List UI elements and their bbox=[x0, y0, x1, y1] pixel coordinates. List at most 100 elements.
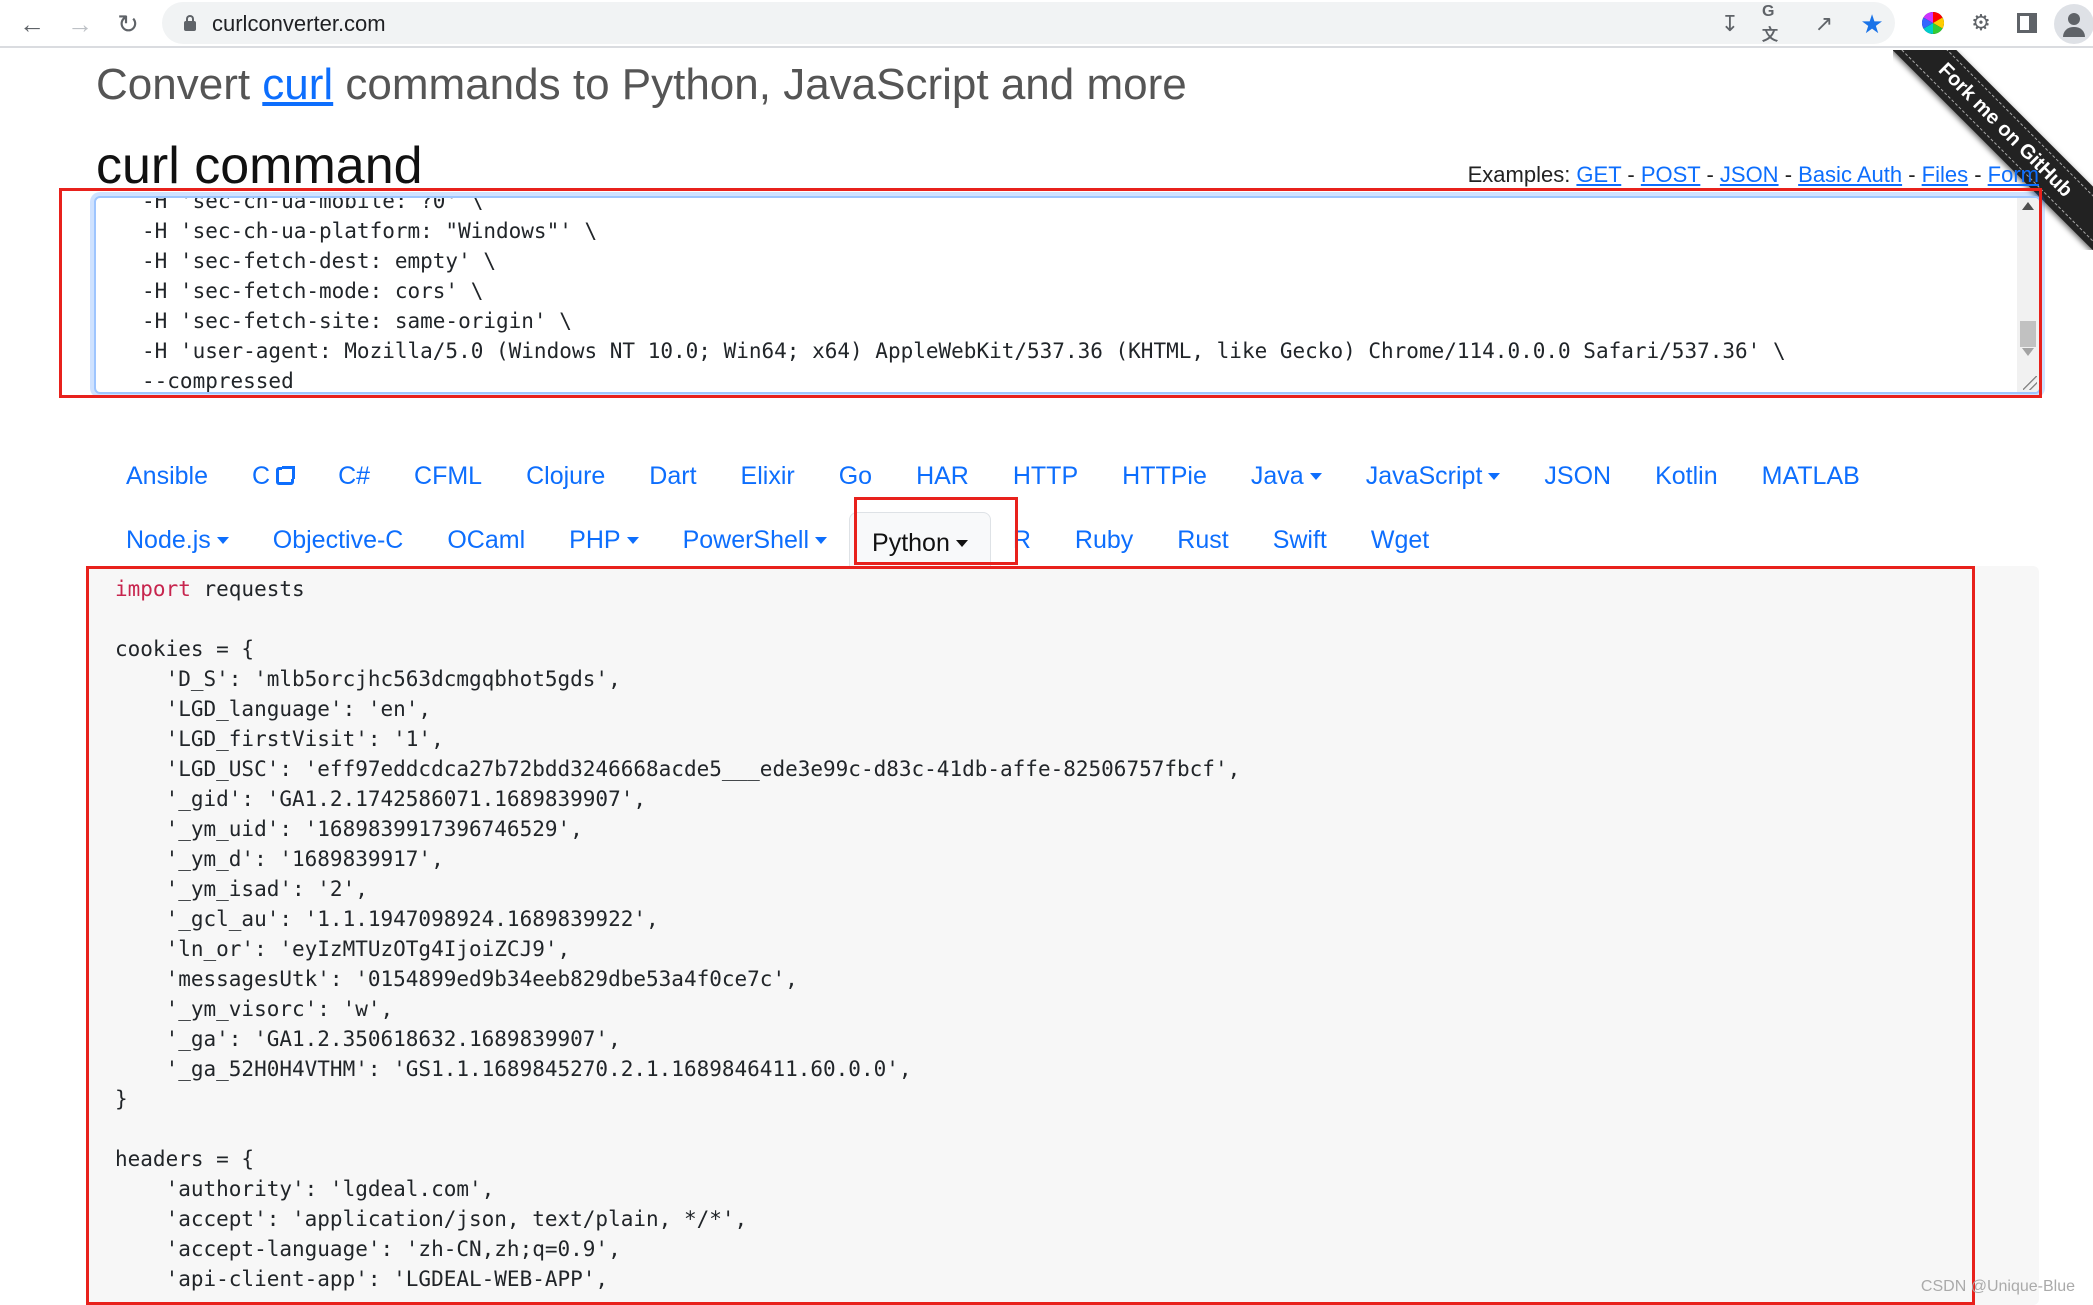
code-line: 'accept-language': 'zh-CN,zh;q=0.9', bbox=[115, 1237, 621, 1261]
tab-matlab[interactable]: MATLAB bbox=[1740, 446, 1882, 506]
examples-bar: Examples: GET - POST - JSON - Basic Auth… bbox=[1468, 162, 2039, 188]
tab-java[interactable]: Java bbox=[1229, 446, 1344, 506]
tab-ocaml[interactable]: OCaml bbox=[425, 510, 547, 570]
language-tabs-row-1: Ansible C C# CFML Clojure Dart Elixir Go HAR HTTP… bbox=[104, 446, 1882, 506]
bookmark-star-icon[interactable]: ★ bbox=[1858, 9, 1886, 39]
tab-swift[interactable]: Swift bbox=[1251, 510, 1349, 570]
code-line: headers = { bbox=[115, 1147, 255, 1171]
code-line: } bbox=[115, 1087, 128, 1111]
tab-wget[interactable]: Wget bbox=[1349, 510, 1451, 570]
watermark: CSDN @Unique-Blue bbox=[1920, 1278, 2075, 1295]
section-heading: curl command bbox=[96, 137, 423, 195]
tab-c[interactable]: C bbox=[230, 446, 316, 506]
separator: - bbox=[1902, 162, 1922, 187]
tab-csharp[interactable]: C# bbox=[316, 446, 392, 506]
tab-label: Kotlin bbox=[1655, 461, 1718, 490]
code-line: 'api-client-app': 'LGDEAL-WEB-APP', bbox=[115, 1267, 609, 1291]
tab-label: Rust bbox=[1177, 525, 1229, 554]
code-line: import requests bbox=[115, 574, 1240, 604]
install-app-icon[interactable]: ↧ bbox=[1716, 10, 1744, 38]
url-text[interactable]: curlconverter.com bbox=[212, 11, 386, 37]
tab-objective-c[interactable]: Objective-C bbox=[251, 510, 426, 570]
tab-python[interactable]: Python bbox=[849, 512, 991, 574]
code-line: cookies = { bbox=[115, 637, 255, 661]
tab-cfml[interactable]: CFML bbox=[392, 446, 504, 506]
tab-powershell[interactable]: PowerShell bbox=[661, 510, 849, 570]
caret-down-icon[interactable] bbox=[955, 540, 968, 547]
extensions-icon[interactable]: ⚙ bbox=[1966, 8, 1996, 38]
tab-go[interactable]: Go bbox=[817, 446, 894, 506]
caret-down-icon[interactable] bbox=[1488, 472, 1501, 480]
tab-elixir[interactable]: Elixir bbox=[719, 446, 817, 506]
tab-php[interactable]: PHP bbox=[547, 510, 660, 570]
code-line: 'accept': 'application/json, text/plain,… bbox=[115, 1207, 748, 1231]
title-prefix: Convert bbox=[96, 60, 263, 109]
curl-command-input[interactable]: -H 'sec-ch-ua-mobile: ?0' \ -H 'sec-ch-ua… bbox=[94, 196, 2041, 394]
tab-javascript[interactable]: JavaScript bbox=[1344, 446, 1523, 506]
example-form-link[interactable]: Form bbox=[1988, 162, 2039, 187]
tab-clojure[interactable]: Clojure bbox=[504, 446, 627, 506]
reload-button[interactable]: ↻ bbox=[110, 6, 146, 42]
caret-down-icon[interactable] bbox=[626, 536, 639, 544]
tab-node-js[interactable]: Node.js bbox=[104, 510, 251, 570]
generated-code-output[interactable]: import requests cookies = { 'D_S': 'mlb5… bbox=[88, 566, 2039, 1305]
curl-link[interactable]: curl bbox=[262, 60, 333, 109]
scroll-up-icon[interactable] bbox=[2022, 202, 2034, 210]
arrow-left-icon: ← bbox=[19, 8, 45, 39]
tab-r[interactable]: R bbox=[991, 510, 1053, 570]
examples-label: Examples: bbox=[1467, 162, 1577, 187]
tab-rust[interactable]: Rust bbox=[1155, 510, 1250, 570]
tab-label: Elixir bbox=[740, 461, 795, 490]
example-json-link[interactable]: JSON bbox=[1720, 162, 1779, 187]
color-picker-extension-icon[interactable] bbox=[1918, 8, 1948, 38]
separator: - bbox=[1621, 162, 1641, 187]
code-line: '_ym_isad': '2', bbox=[115, 877, 368, 901]
separator: - bbox=[1778, 162, 1799, 187]
tab-label: HTTPie bbox=[1122, 461, 1207, 490]
caret-down-icon[interactable] bbox=[216, 536, 229, 544]
tab-har[interactable]: HAR bbox=[894, 446, 991, 506]
tab-ruby[interactable]: Ruby bbox=[1053, 510, 1155, 570]
curl-line: -H 'sec-fetch-mode: cors' \ bbox=[142, 279, 484, 303]
tab-httpie[interactable]: HTTPie bbox=[1100, 446, 1229, 506]
scroll-thumb[interactable] bbox=[2020, 321, 2036, 347]
textarea-scrollbar[interactable] bbox=[2017, 198, 2039, 392]
tab-label: Wget bbox=[1370, 525, 1430, 554]
tab-label: Java bbox=[1250, 461, 1304, 490]
tab-ansible[interactable]: Ansible bbox=[104, 446, 230, 506]
page-title: Convert curl commands to Python, JavaScr… bbox=[96, 60, 1187, 110]
code-line: '_ym_visorc': 'w', bbox=[115, 997, 394, 1021]
example-basic-auth-link[interactable]: Basic Auth bbox=[1798, 162, 1902, 187]
example-get-link[interactable]: GET bbox=[1576, 162, 1621, 187]
caret-down-icon[interactable] bbox=[1309, 472, 1322, 480]
tab-http[interactable]: HTTP bbox=[991, 446, 1100, 506]
translate-icon[interactable]: G文 bbox=[1762, 3, 1790, 44]
tab-label: HTTP bbox=[1012, 461, 1079, 490]
profile-icon[interactable] bbox=[2054, 4, 2093, 44]
curl-line: -H 'user-agent: Mozilla/5.0 (Windows NT … bbox=[142, 339, 1786, 363]
resize-handle-icon[interactable] bbox=[2023, 376, 2037, 390]
tab-label: JSON bbox=[1544, 461, 1612, 490]
forward-button[interactable]: → bbox=[62, 6, 98, 42]
tab-label: Clojure bbox=[526, 461, 606, 490]
curl-line: -H 'sec-fetch-site: same-origin' \ bbox=[142, 309, 572, 333]
address-bar[interactable]: curlconverter.com ↧ G文 ↗ ★ bbox=[162, 2, 1895, 44]
tab-kotlin[interactable]: Kotlin bbox=[1633, 446, 1740, 506]
share-icon[interactable]: ↗ bbox=[1810, 10, 1838, 38]
curl-line: -H 'sec-ch-ua-platform: "Windows"' \ bbox=[142, 219, 598, 243]
curl-command-text[interactable]: -H 'sec-ch-ua-mobile: ?0' \ -H 'sec-ch-ua… bbox=[142, 198, 1786, 392]
reload-icon: ↻ bbox=[117, 8, 139, 39]
scroll-down-icon[interactable] bbox=[2022, 348, 2034, 356]
example-post-link[interactable]: POST bbox=[1641, 162, 1701, 187]
import-keyword: import bbox=[115, 577, 191, 601]
caret-down-icon[interactable] bbox=[815, 536, 828, 544]
back-button[interactable]: ← bbox=[14, 6, 50, 42]
example-files-link[interactable]: Files bbox=[1922, 162, 1968, 187]
tab-json[interactable]: JSON bbox=[1522, 446, 1633, 506]
code-line: '_gid': 'GA1.2.1742586071.1689839907', bbox=[115, 787, 647, 811]
side-panel-icon[interactable] bbox=[2012, 8, 2042, 38]
tab-dart[interactable]: Dart bbox=[627, 446, 718, 506]
tab-label: Dart bbox=[649, 461, 697, 490]
